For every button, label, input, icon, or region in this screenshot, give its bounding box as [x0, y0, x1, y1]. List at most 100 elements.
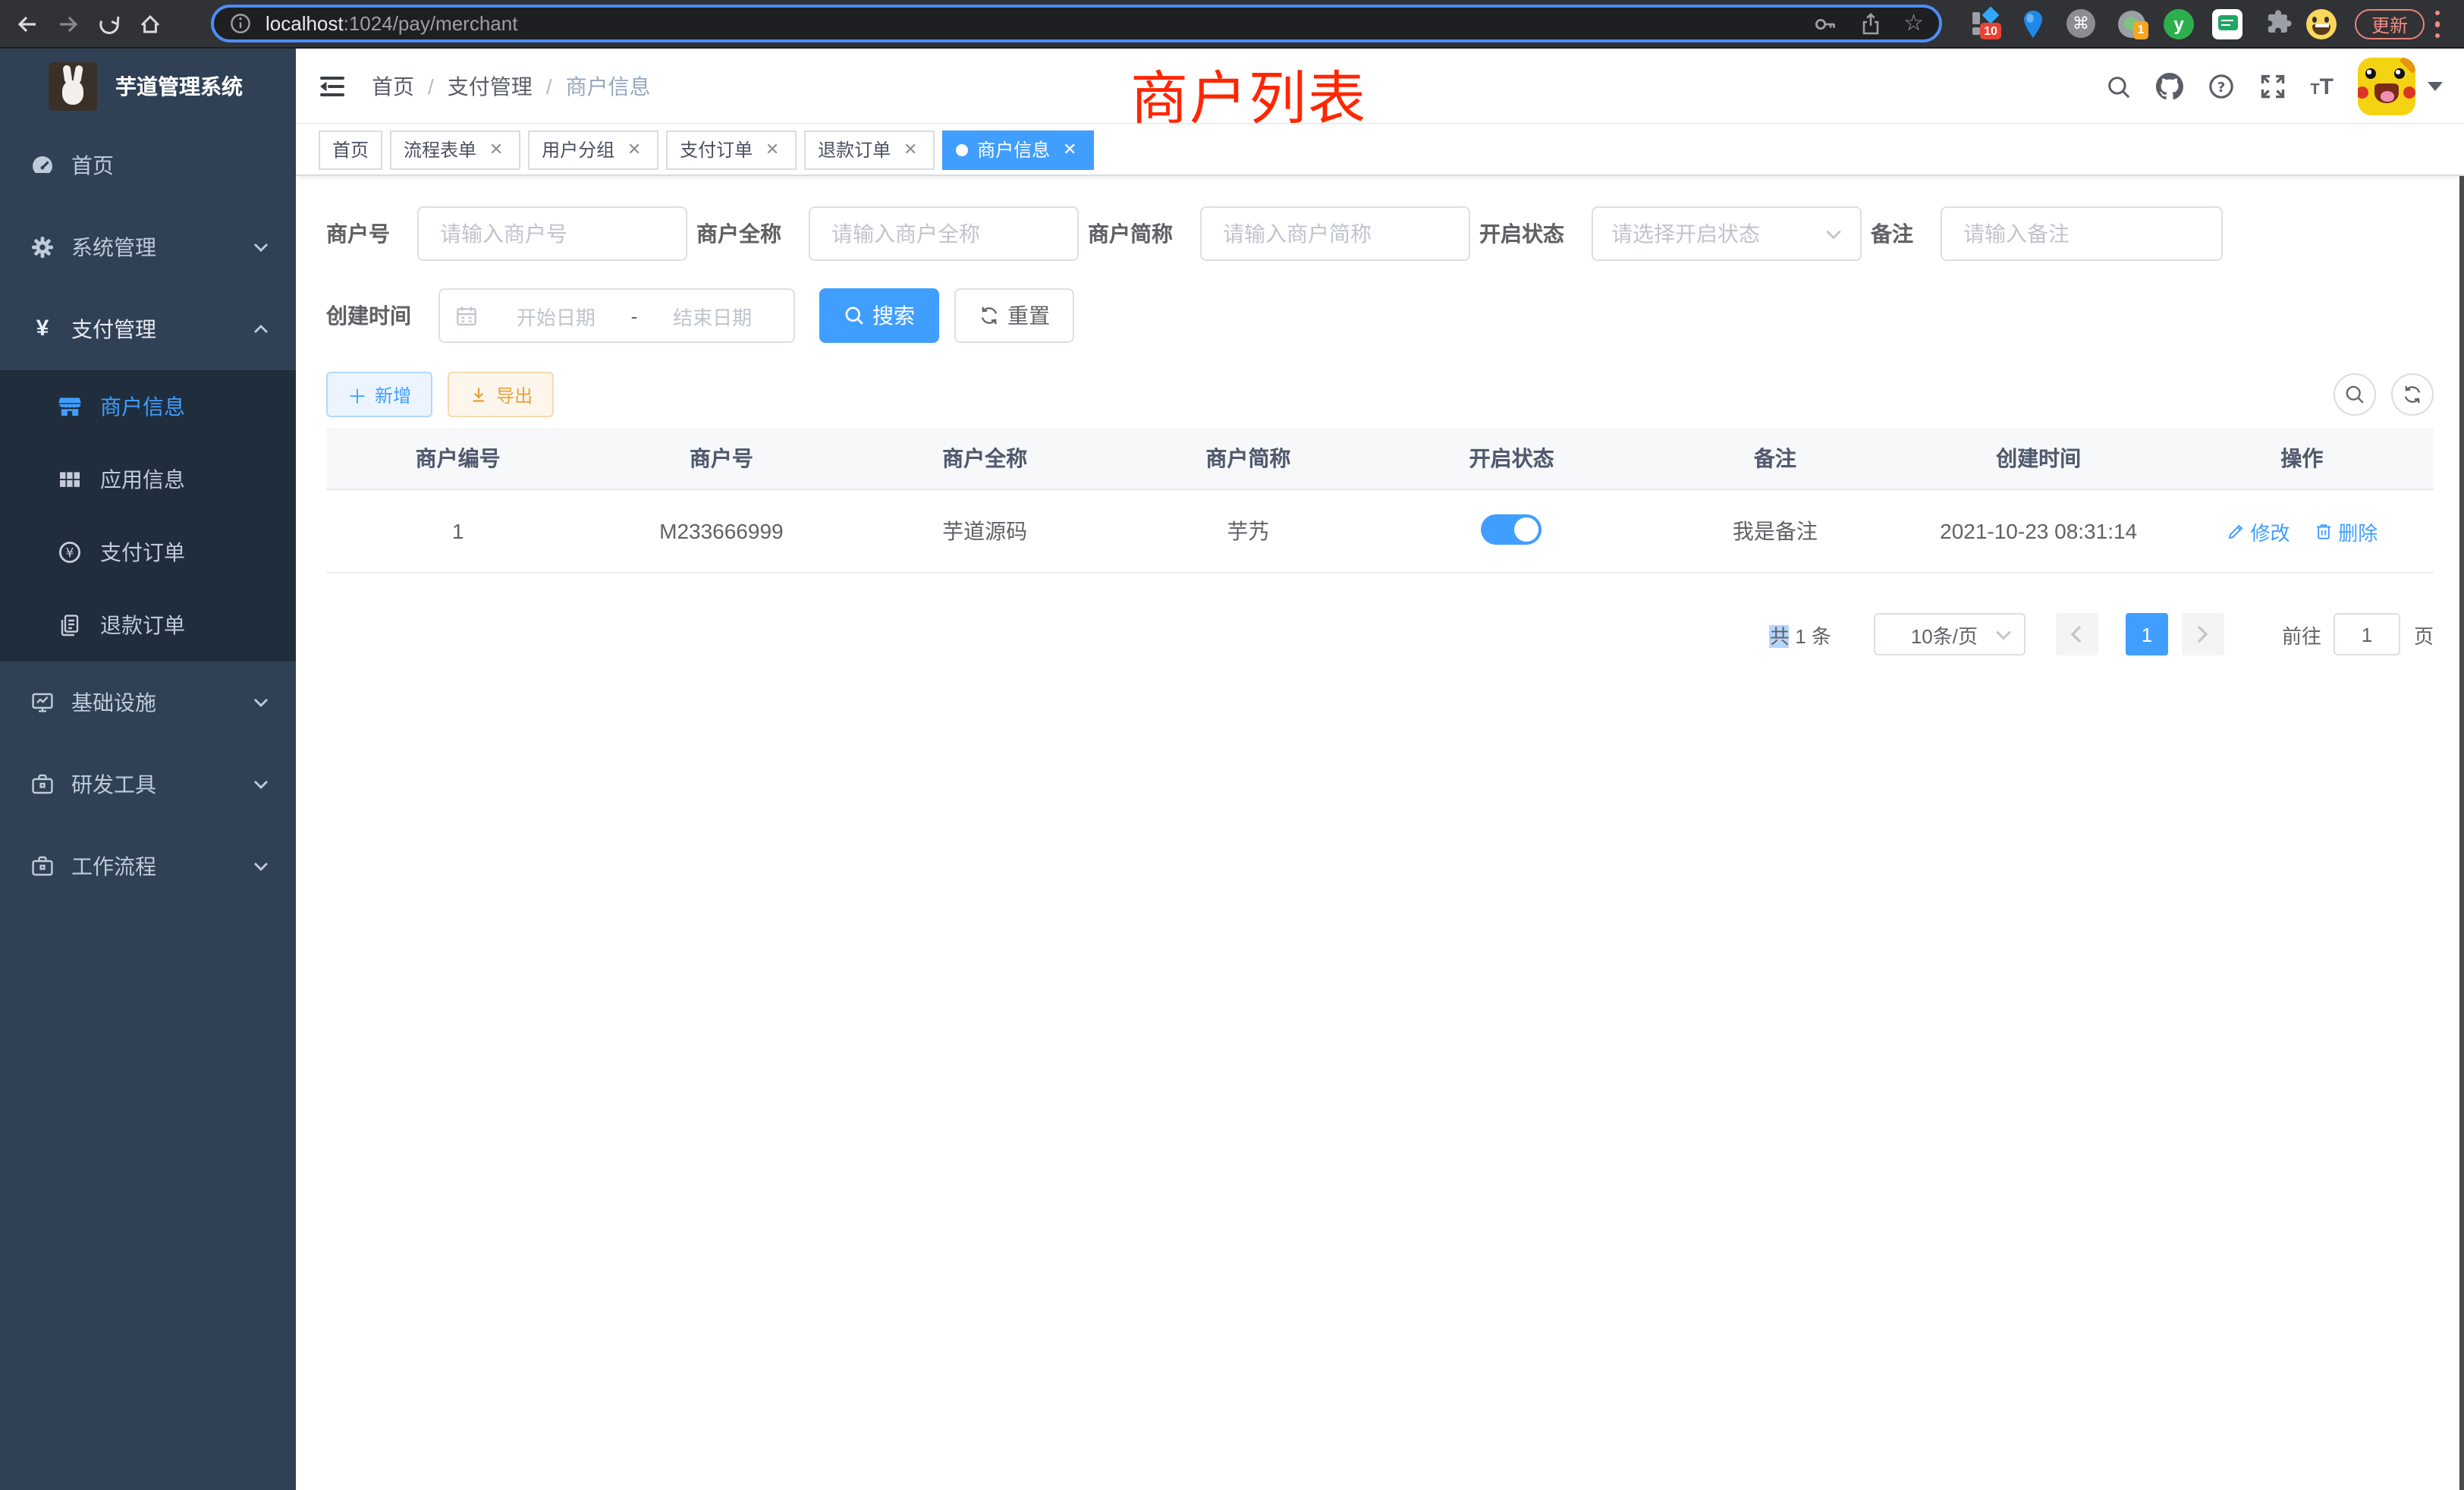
tab-home[interactable]: 首页: [319, 130, 382, 169]
add-button-label: 新增: [375, 382, 411, 407]
sidebar-item-payment[interactable]: ¥ 支付管理: [0, 288, 296, 370]
sidebar-item-merchant-info[interactable]: 商户信息: [0, 370, 296, 443]
prev-page-button[interactable]: [2056, 613, 2098, 655]
total-prefix: 共: [1770, 624, 1790, 647]
calendar-icon: [455, 304, 478, 327]
refresh-table-button[interactable]: [2391, 373, 2434, 416]
url-text: localhost:1024/pay/merchant: [266, 12, 1791, 35]
sidebar-item-system[interactable]: 系统管理: [0, 206, 296, 288]
search-button[interactable]: 搜索: [819, 288, 939, 343]
sidebar-item-pay-order[interactable]: ¥ 支付订单: [0, 516, 296, 589]
col-merchant-no: 商户号: [589, 428, 853, 489]
address-bar[interactable]: localhost:1024/pay/merchant ☆: [211, 5, 1942, 42]
help-icon[interactable]: ?: [2207, 73, 2234, 100]
browser-update-button[interactable]: 更新: [2355, 9, 2425, 39]
sidebar-item-refund-order[interactable]: 退款订单: [0, 589, 296, 662]
site-info-icon[interactable]: [229, 12, 252, 35]
export-button-label: 导出: [496, 382, 533, 407]
reset-button[interactable]: 重置: [954, 288, 1074, 343]
sidebar-item-home[interactable]: 首页: [0, 124, 296, 206]
close-icon[interactable]: ✕: [486, 139, 507, 160]
password-key-icon[interactable]: [1812, 11, 1837, 36]
export-button[interactable]: 导出: [448, 372, 554, 417]
browser-menu-icon[interactable]: [2435, 11, 2441, 38]
sidebar-submenu-payment: 商户信息 应用信息 ¥ 支付订单: [0, 370, 296, 662]
sidebar-item-infrastructure[interactable]: 基础设施: [0, 662, 296, 743]
sidebar-item-label: 首页: [71, 150, 114, 181]
sidebar-item-dev-tools[interactable]: 研发工具: [0, 743, 296, 825]
tab-refund-order[interactable]: 退款订单✕: [804, 130, 935, 169]
tab-merchant-info[interactable]: 商户信息✕: [942, 130, 1094, 169]
close-icon[interactable]: ✕: [1059, 139, 1080, 160]
status-select[interactable]: 请选择开启状态: [1592, 206, 1862, 261]
merchant-no-input[interactable]: [417, 206, 687, 261]
close-icon[interactable]: ✕: [762, 139, 783, 160]
total-suffix: 条: [1812, 624, 1831, 647]
github-icon[interactable]: [2155, 73, 2183, 100]
url-path: :1024/pay/merchant: [344, 12, 518, 35]
filter-short-name: 商户简称: [1088, 206, 1470, 261]
extension-chat-icon[interactable]: [2212, 9, 2242, 39]
col-merchant-id: 商户编号: [326, 428, 589, 489]
search-icon: [844, 305, 865, 326]
page-number-current[interactable]: 1: [2126, 613, 2168, 655]
search-icon[interactable]: [2105, 74, 2131, 99]
sidebar-item-label: 退款订单: [100, 610, 185, 640]
pay-order-icon: ¥: [58, 540, 82, 564]
extensions-puzzle-icon[interactable]: [2264, 9, 2294, 39]
document-icon: [58, 613, 82, 637]
status-toggle[interactable]: [1482, 514, 1542, 544]
close-icon[interactable]: ✕: [624, 139, 645, 160]
extension-blue-diamond-icon[interactable]: 10: [1972, 9, 2003, 39]
tab-user-group[interactable]: 用户分组 ✕: [528, 130, 658, 169]
breadcrumb-payment[interactable]: 支付管理: [448, 71, 533, 102]
breadcrumb-separator: /: [546, 74, 552, 99]
extension-green-dot-icon[interactable]: 1: [2118, 9, 2148, 39]
sidebar-item-app-info[interactable]: 应用信息: [0, 443, 296, 516]
edit-link[interactable]: 修改: [2226, 517, 2290, 545]
profile-emoji-icon[interactable]: [2306, 9, 2337, 39]
hide-search-button[interactable]: [2334, 373, 2376, 416]
close-icon[interactable]: ✕: [900, 139, 921, 160]
sidebar: 芋道管理系统 首页 系统管理 ¥ 支付管理: [0, 49, 296, 1490]
avatar[interactable]: [2358, 58, 2415, 115]
sidebar-logo[interactable]: 芋道管理系统: [0, 49, 296, 124]
gear-icon: [30, 235, 55, 259]
filter-merchant-no: 商户号: [326, 206, 687, 261]
breadcrumb-home[interactable]: 首页: [372, 71, 414, 102]
sidebar-item-label: 应用信息: [100, 464, 185, 495]
extension-command-icon[interactable]: ⌘: [2066, 9, 2097, 39]
full-name-label: 商户全称: [696, 218, 809, 249]
hamburger-icon[interactable]: [319, 74, 346, 99]
browser-forward-button[interactable]: [55, 10, 82, 37]
tab-pay-order[interactable]: 支付订单 ✕: [666, 130, 797, 169]
caret-down-icon[interactable]: [2428, 82, 2443, 91]
filter-row-1: 商户号 商户全称 商户简称 开启状态 请选择开启状态: [326, 206, 2434, 261]
browser-home-button[interactable]: [137, 10, 164, 37]
add-button[interactable]: ＋ 新增: [326, 372, 432, 417]
next-page-button[interactable]: [2182, 613, 2224, 655]
short-name-input[interactable]: [1200, 206, 1470, 261]
remark-input[interactable]: [1941, 206, 2223, 261]
extension-y-icon[interactable]: y: [2164, 9, 2194, 39]
page-size-select[interactable]: 10条/页: [1874, 613, 2026, 655]
tab-label: 用户分组: [542, 137, 614, 162]
chevron-up-icon: [253, 325, 269, 334]
goto-page-input[interactable]: [2334, 613, 2400, 655]
delete-link[interactable]: 删除: [2314, 517, 2378, 545]
tab-label: 支付订单: [680, 137, 753, 162]
share-icon[interactable]: [1858, 11, 1882, 36]
fullscreen-icon[interactable]: [2258, 73, 2286, 100]
bookmark-star-icon[interactable]: ☆: [1903, 12, 1924, 35]
date-range-picker[interactable]: 开始日期 - 结束日期: [438, 288, 795, 343]
full-name-input[interactable]: [809, 206, 1079, 261]
sidebar-item-workflow[interactable]: 工作流程: [0, 825, 296, 907]
page-unit-label: 页: [2414, 620, 2434, 649]
extension-blue-pin-icon[interactable]: [2018, 9, 2048, 39]
browser-back-button[interactable]: [14, 10, 41, 37]
font-size-icon[interactable]: TT: [2310, 75, 2334, 98]
create-time-label: 创建时间: [326, 300, 438, 331]
tab-process-form[interactable]: 流程表单 ✕: [390, 130, 520, 169]
browser-reload-button[interactable]: [96, 10, 123, 37]
tab-label: 流程表单: [404, 137, 476, 162]
